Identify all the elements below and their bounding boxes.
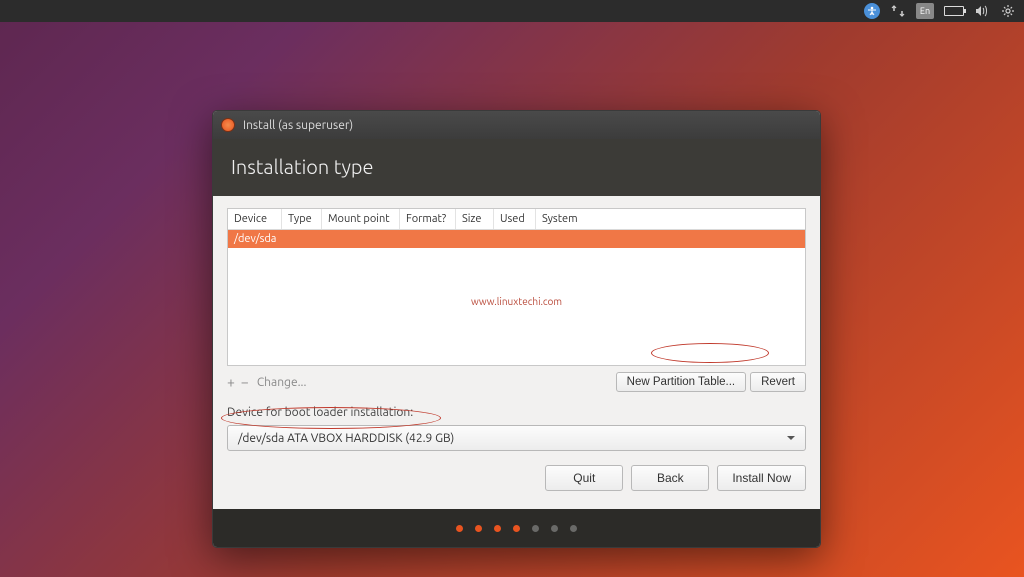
pager-dot[interactable] [494, 525, 501, 532]
wizard-buttons: Quit Back Install Now [227, 451, 806, 505]
pager-dot[interactable] [475, 525, 482, 532]
col-device[interactable]: Device [228, 209, 282, 229]
change-partition-button[interactable]: Change... [257, 376, 307, 389]
page-title: Installation type [213, 139, 820, 196]
pager-dot[interactable] [513, 525, 520, 532]
table-body: /dev/sda www.linuxtechi.com [228, 230, 805, 365]
pager-dot[interactable] [551, 525, 558, 532]
top-panel: En [0, 0, 1024, 22]
table-row[interactable]: /dev/sda [228, 230, 805, 248]
window-title: Install (as superuser) [243, 119, 353, 132]
keyboard-language-indicator[interactable]: En [916, 3, 934, 19]
network-icon[interactable] [890, 3, 906, 19]
content-area: Device Type Mount point Format? Size Use… [213, 196, 820, 509]
volume-icon[interactable] [974, 3, 990, 19]
partition-actions-row: + − Change... New Partition Table... Rev… [227, 366, 806, 402]
slideshow-pager [213, 509, 820, 547]
cell-device: /dev/sda [228, 230, 805, 248]
add-partition-button[interactable]: + [227, 374, 235, 390]
back-button[interactable]: Back [631, 465, 709, 491]
col-system[interactable]: System [536, 209, 805, 229]
new-partition-table-button[interactable]: New Partition Table... [616, 372, 746, 392]
col-format[interactable]: Format? [400, 209, 456, 229]
partition-table: Device Type Mount point Format? Size Use… [227, 208, 806, 366]
window-titlebar[interactable]: Install (as superuser) [213, 111, 820, 139]
watermark-text: www.linuxtechi.com [228, 296, 805, 307]
pager-dot[interactable] [532, 525, 539, 532]
revert-button[interactable]: Revert [750, 372, 806, 392]
col-type[interactable]: Type [282, 209, 322, 229]
install-button[interactable]: Install Now [717, 465, 806, 491]
pager-dot[interactable] [456, 525, 463, 532]
installer-window: Install (as superuser) Installation type… [212, 110, 821, 548]
bootloader-selected-value: /dev/sda ATA VBOX HARDDISK (42.9 GB) [238, 432, 454, 445]
battery-icon[interactable] [944, 6, 964, 16]
col-size[interactable]: Size [456, 209, 494, 229]
bootloader-device-combo[interactable]: /dev/sda ATA VBOX HARDDISK (42.9 GB) [227, 425, 806, 451]
accessibility-icon[interactable] [864, 3, 880, 19]
bootloader-label: Device for boot loader installation: [227, 406, 806, 419]
pager-dot[interactable] [570, 525, 577, 532]
col-used[interactable]: Used [494, 209, 536, 229]
system-tray: En [864, 3, 1016, 19]
remove-partition-button[interactable]: − [241, 374, 249, 390]
system-menu-icon[interactable] [1000, 3, 1016, 19]
close-icon[interactable] [221, 118, 235, 132]
table-header-row: Device Type Mount point Format? Size Use… [228, 209, 805, 230]
col-mountpoint[interactable]: Mount point [322, 209, 400, 229]
quit-button[interactable]: Quit [545, 465, 623, 491]
